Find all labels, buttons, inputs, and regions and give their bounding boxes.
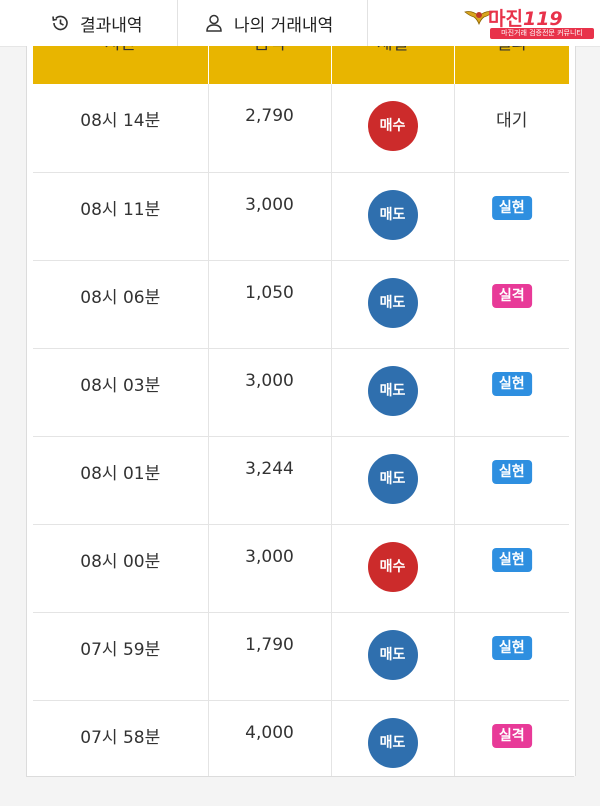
amount-text: 4,000	[245, 722, 294, 743]
header-amount: 금액	[208, 46, 332, 84]
table-row: 07시 58분 4,000 매도 실격	[33, 700, 569, 776]
cell-amount: 1,050	[208, 260, 332, 349]
table-row: 08시 06분 1,050 매도 실격	[33, 260, 569, 349]
cell-execution: 매수	[331, 524, 455, 613]
sell-badge: 매도	[367, 629, 418, 680]
cell-amount: 3,244	[208, 436, 332, 525]
table-row: 08시 01분 3,244 매도 실현	[33, 436, 569, 525]
cell-amount: 3,000	[208, 524, 332, 613]
time-text: 07시 58분	[80, 727, 161, 748]
cell-amount: 3,000	[208, 348, 332, 437]
page: 결과내역 나의 거래내역 마진119 마진거래 검증전문 커뮤니티 08시 14…	[0, 0, 600, 806]
cell-time: 08시 01분	[33, 436, 209, 525]
tab-my-trades[interactable]: 나의 거래내역	[178, 0, 368, 46]
trade-table: 시간 금액 체결 결과 08시 14분 2,790 매수 대기 08시 11분 3,000…	[33, 46, 569, 776]
cell-time: 08시 06분	[33, 260, 209, 349]
user-icon	[206, 14, 222, 32]
time-text: 08시 11분	[80, 199, 161, 220]
logo-subtitle: 마진거래 검증전문 커뮤니티	[490, 28, 594, 39]
tab-bar: 결과내역 나의 거래내역 마진119 마진거래 검증전문 커뮤니티	[0, 0, 600, 47]
cell-result: 실현	[454, 612, 569, 701]
amount-text: 3,000	[245, 546, 294, 567]
result-win-badge: 실현	[491, 195, 532, 220]
tab-mine-label: 나의 거래내역	[234, 15, 334, 36]
time-text: 08시 00분	[80, 551, 161, 572]
cell-execution: 매도	[331, 260, 455, 349]
result-pending-text: 대기	[496, 111, 528, 131]
result-win-badge: 실현	[491, 635, 532, 660]
sell-badge: 매도	[367, 365, 418, 416]
cell-time: 08시 11분	[33, 172, 209, 261]
cell-result: 실현	[454, 436, 569, 525]
cell-result: 실격	[454, 260, 569, 349]
time-text: 08시 06분	[80, 287, 161, 308]
result-lose-badge: 실격	[491, 283, 532, 308]
amount-text: 3,244	[245, 458, 294, 479]
buy-badge: 매수	[367, 101, 418, 151]
table-row: 08시 00분 3,000 매수 실현	[33, 524, 569, 613]
cell-result: 대기	[454, 84, 569, 173]
header-time: 시간	[33, 46, 209, 84]
cell-result: 실현	[454, 172, 569, 261]
cell-execution: 매도	[331, 348, 455, 437]
logo-title: 마진119	[488, 8, 563, 30]
cell-execution: 매도	[331, 436, 455, 525]
cell-execution: 매도	[331, 700, 455, 776]
cell-result: 실현	[454, 524, 569, 613]
cell-amount: 3,000	[208, 172, 332, 261]
time-text: 07시 59분	[80, 639, 161, 660]
cell-execution: 매도	[331, 612, 455, 701]
result-win-badge: 실현	[491, 459, 532, 484]
sell-badge: 매도	[367, 717, 418, 768]
tab-result-label: 결과내역	[80, 15, 143, 36]
sell-badge: 매도	[367, 453, 418, 504]
amount-text: 3,000	[245, 194, 294, 215]
cell-time: 08시 03분	[33, 348, 209, 437]
cell-time: 08시 14분	[33, 84, 209, 173]
header-result: 결과	[454, 46, 569, 84]
table-row: 07시 59분 1,790 매도 실현	[33, 612, 569, 701]
time-text: 08시 01분	[80, 463, 161, 484]
header-execution: 체결	[331, 46, 455, 84]
trade-table-card: 시간 금액 체결 결과 08시 14분 2,790 매수 대기 08시 11분 3,000…	[26, 46, 576, 776]
cell-amount: 1,790	[208, 612, 332, 701]
site-logo[interactable]: 마진119 마진거래 검증전문 커뮤니티	[464, 4, 594, 40]
sell-badge: 매도	[367, 189, 418, 240]
cell-result: 실현	[454, 348, 569, 437]
cell-time: 07시 59분	[33, 612, 209, 701]
history-icon	[52, 15, 68, 31]
amount-text: 1,790	[245, 634, 294, 655]
cell-result: 실격	[454, 700, 569, 776]
table-row: 08시 14분 2,790 매수 대기	[33, 84, 569, 173]
amount-text: 2,790	[245, 106, 294, 126]
cell-time: 08시 00분	[33, 524, 209, 613]
cell-execution: 매도	[331, 172, 455, 261]
sell-badge: 매도	[367, 277, 418, 328]
cell-time: 07시 58분	[33, 700, 209, 776]
table-header-row: 시간 금액 체결 결과	[33, 46, 569, 84]
table-row: 08시 03분 3,000 매도 실현	[33, 348, 569, 437]
result-win-badge: 실현	[491, 547, 532, 572]
cell-amount: 4,000	[208, 700, 332, 776]
table-row: 08시 11분 3,000 매도 실현	[33, 172, 569, 261]
card-bottom-border	[26, 776, 574, 777]
cell-amount: 2,790	[208, 84, 332, 173]
tab-result-history[interactable]: 결과내역	[36, 0, 178, 46]
time-text: 08시 14분	[80, 111, 161, 131]
amount-text: 3,000	[245, 370, 294, 391]
result-lose-badge: 실격	[491, 723, 532, 748]
buy-badge: 매수	[367, 541, 418, 592]
cell-execution: 매수	[331, 84, 455, 173]
amount-text: 1,050	[245, 282, 294, 303]
result-win-badge: 실현	[491, 371, 532, 396]
time-text: 08시 03분	[80, 375, 161, 396]
